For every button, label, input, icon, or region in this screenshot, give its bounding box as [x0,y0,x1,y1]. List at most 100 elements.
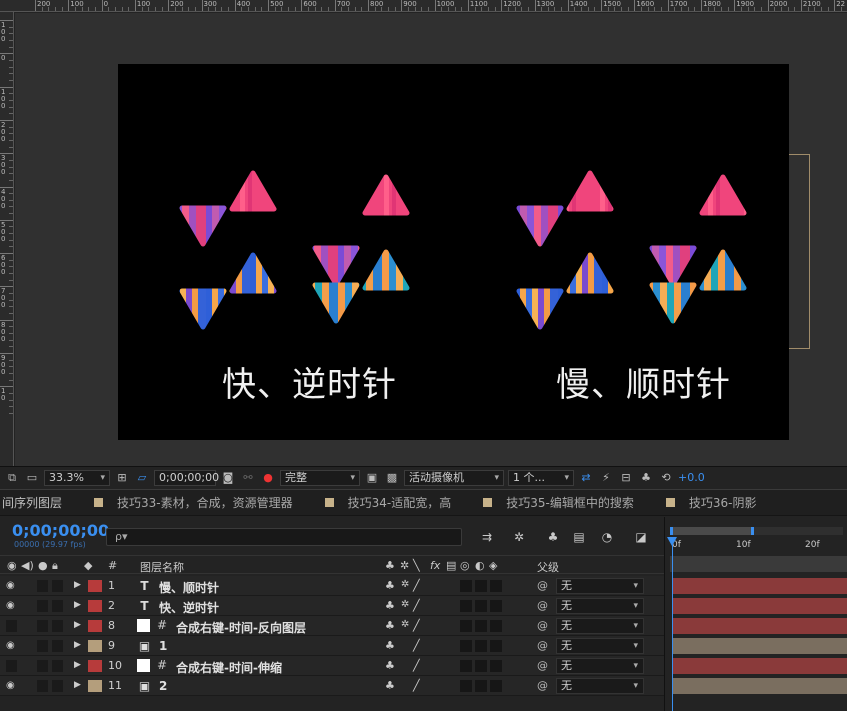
timeline-icon[interactable]: ⊟ [618,470,634,486]
composition-tab[interactable]: 间序列图层 [0,490,84,515]
layer-label-color[interactable] [88,600,102,612]
pick-whip-icon[interactable]: @ [537,639,548,652]
snapshot-camera-icon[interactable]: ◙ [220,470,236,486]
pick-whip-icon[interactable]: @ [537,619,548,632]
visibility-eye-icon[interactable]: ◉ [6,640,18,652]
layer-row[interactable]: ◉ ▶ 9 ▣ 1 ♣ ╱ @ 无 ▾ [0,636,664,656]
audio-toggle[interactable] [20,580,31,592]
composition-tab[interactable]: 技巧33-素材，合成，资源管理器 [84,490,315,515]
region-of-interest-icon[interactable]: ▣ [364,470,380,486]
lock-toggle[interactable] [52,600,63,612]
camera-dropdown[interactable]: 活动摄像机 ▾ [404,469,504,486]
solo-toggle[interactable] [37,680,48,692]
adjustment-switch[interactable] [490,640,502,652]
audio-toggle[interactable] [20,640,31,652]
shy-switch-icon[interactable]: ♣ [385,659,395,672]
shy-switch-icon[interactable]: ♣ [385,559,395,572]
lock-toggle[interactable] [52,680,63,692]
quality-switch-icon[interactable]: ╱ [413,679,420,692]
motion-blur-switch[interactable] [475,620,487,632]
monitor-icon[interactable]: ▭ [24,470,40,486]
composition-tab[interactable]: 技巧35-编辑框中的搜索 [473,490,656,515]
audio-toggle[interactable] [20,680,31,692]
audio-toggle[interactable] [20,600,31,612]
exposure-value[interactable]: +0.0 [678,471,705,484]
time-graph[interactable]: 0f 10f 20f [664,517,847,711]
effects-switch-icon[interactable]: fx [430,559,440,572]
lock-toggle[interactable] [52,640,63,652]
layer-name[interactable]: 合成右键-时间-伸缩 [176,659,282,676]
grid-guide-icon[interactable]: ⊞ [114,470,130,486]
visibility-column-icon[interactable]: ◉ [7,559,17,572]
parent-column-header[interactable]: 父级 [537,559,559,575]
quality-switch-icon[interactable]: ╱ [413,579,420,592]
parent-dropdown[interactable]: 无 ▾ [556,598,644,614]
composition-flowchart-icon[interactable]: ⇉ [478,529,496,545]
layer-label-color[interactable] [88,620,102,632]
audio-column-icon[interactable]: ◀) [21,559,34,572]
layer-name[interactable]: 2 [159,679,167,693]
label-column-icon[interactable]: ◆ [84,559,92,572]
composition-canvas[interactable]: 快、逆时针 慢、顺时针 [118,64,789,440]
layer-duration-bar[interactable] [673,658,847,674]
resolution-dropdown[interactable]: 完整 ▾ [280,469,360,486]
effects-switch[interactable] [460,580,472,592]
effects-switch[interactable] [460,660,472,672]
layer-duration-bar[interactable] [673,578,847,594]
frame-blending-icon[interactable]: ▤ [570,529,588,545]
collapse-switch-icon[interactable]: ✲ [401,599,409,610]
work-area-bar[interactable] [670,527,754,535]
graph-editor-icon[interactable]: ◪ [632,529,650,545]
collapse-switch-icon[interactable]: ✲ [401,579,409,590]
layer-duration-bar[interactable] [673,678,847,694]
parent-dropdown[interactable]: 无 ▾ [556,578,644,594]
fast-preview-icon[interactable]: ⚡ [598,470,614,486]
adjustment-switch[interactable] [490,600,502,612]
horizontal-ruler[interactable]: 200 100 0 100 200 300 400 500 600 700 800 900 1000 11… [0,0,847,12]
mask-visibility-icon[interactable]: ▱ [134,470,150,486]
playhead-line[interactable] [672,539,673,711]
motion-blur-switch[interactable] [475,640,487,652]
3d-switch-icon[interactable]: ◈ [489,559,497,572]
zoom-dropdown[interactable]: 33.3% ▾ [44,469,110,486]
layer-row[interactable]: ◉ ▶ 1 T 慢、顺时针 ♣ ✲ ╱ @ 无 ▾ [0,576,664,596]
pick-whip-icon[interactable]: @ [537,659,548,672]
layer-name[interactable]: 合成右键-时间-反向图层 [176,619,306,636]
expand-layer-icon[interactable]: ▶ [74,600,81,610]
playhead-handle[interactable] [667,537,677,546]
quality-switch-icon[interactable]: ╱ [413,619,420,632]
lock-column-icon[interactable]: 🔒︎ [52,559,58,573]
effects-switch[interactable] [460,600,472,612]
expand-layer-icon[interactable]: ▶ [74,660,81,670]
shy-switch-icon[interactable]: ♣ [385,599,395,612]
layer-label-color[interactable] [88,640,102,652]
layer-label-color[interactable] [88,660,102,672]
adjustment-switch-icon[interactable]: ◐ [475,559,485,572]
shy-switch-icon[interactable]: ♣ [385,579,395,592]
reset-exposure-icon[interactable]: ⟲ [658,470,674,486]
lock-toggle[interactable] [52,620,63,632]
frame-blend-switch-icon[interactable]: ▤ [446,559,456,572]
composition-viewer[interactable]: 快、逆时针 慢、顺时针 [15,13,847,466]
lock-toggle[interactable] [52,660,63,672]
layer-search-input[interactable]: ρ▾ [106,528,462,546]
always-preview-icon[interactable]: ⧉ [4,470,20,486]
timeline-timecode[interactable]: 0;00;00;00 [12,521,109,540]
expand-layer-icon[interactable]: ▶ [74,640,81,650]
visibility-toggle[interactable] [6,620,17,632]
audio-toggle[interactable] [20,620,31,632]
motion-blur-switch[interactable] [475,580,487,592]
pick-whip-icon[interactable]: @ [537,599,548,612]
layer-duration-bar[interactable] [673,618,847,634]
motion-blur-icon[interactable]: ◔ [598,529,616,545]
current-time-field[interactable]: 0;00;00;00 [154,469,219,486]
effects-switch[interactable] [460,680,472,692]
layer-duration-bar[interactable] [673,638,847,654]
flowchart-icon[interactable]: ♣ [638,470,654,486]
quality-switch-icon[interactable]: ╲ [413,559,420,572]
expand-layer-icon[interactable]: ▶ [74,580,81,590]
expand-layer-icon[interactable]: ▶ [74,680,81,690]
layer-row[interactable]: ▶ 8 # 合成右键-时间-反向图层 ♣ ✲ ╱ @ 无 ▾ [0,616,664,636]
motion-blur-switch[interactable] [475,600,487,612]
time-ruler-strip[interactable] [670,556,847,572]
